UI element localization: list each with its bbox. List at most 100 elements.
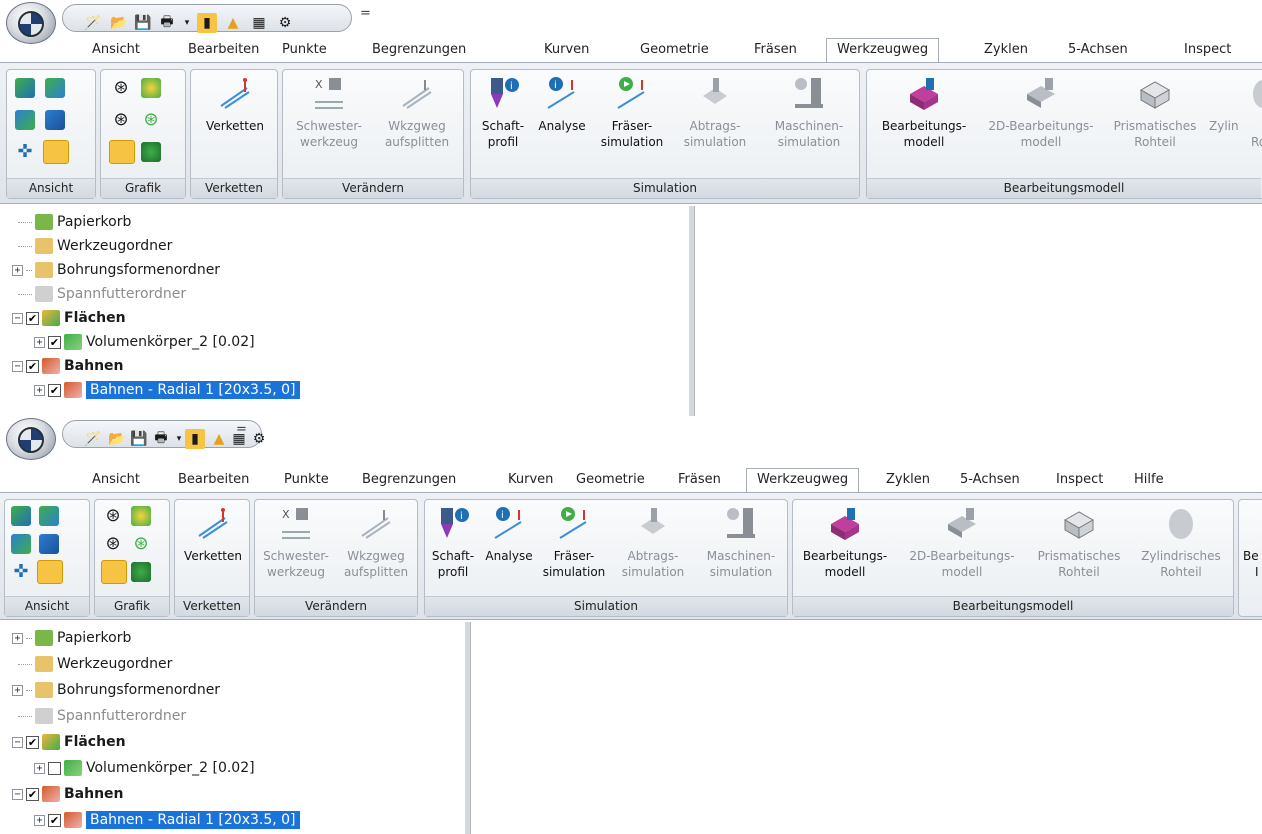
checkbox-volumenkoerper[interactable] [48,761,61,775]
tab-bearbeiten[interactable]: Bearbeiten [178,472,249,487]
wireframe-icon[interactable]: ⊛ [103,506,123,526]
graphics-viewport[interactable] [470,622,1262,834]
checkbox-bahnen[interactable]: ✔ [26,787,39,801]
qat-customize-icon[interactable]: = [236,422,247,437]
schaftprofil-button[interactable]: i Schaft- profil [427,506,479,580]
hidden-line-icon[interactable]: ⊛ [111,110,131,130]
transparent-icon[interactable] [131,562,151,582]
edges-icon[interactable]: ⊛ [131,534,151,554]
tab-ansicht[interactable]: Ansicht [92,42,140,57]
grid-icon[interactable]: ▦ [249,13,269,33]
tool-icon[interactable]: ▮ [197,13,217,33]
wkzgweg-aufsplitten-button[interactable]: Wkzgweg aufsplitten [375,76,459,150]
tab-fraesen[interactable]: Fräsen [678,472,721,487]
tree-item-bahnen[interactable]: − ✔ Bahnen [12,354,124,378]
bearbeitungsmodell-button[interactable]: Bearbeitungs- modell [871,76,977,150]
expand-icon[interactable]: + [34,814,45,826]
fraesersimulation-button[interactable]: Fräser- simulation [595,76,669,150]
analyse-button[interactable]: i Analyse [533,76,591,134]
shaded-icon[interactable] [141,78,161,98]
view-front-icon[interactable] [45,78,65,98]
view-iso-icon[interactable] [39,534,59,554]
tree-item-spannfutterordner[interactable]: Spannfutterordner [18,282,186,306]
zoom-fit-icon[interactable]: ✜ [11,562,31,582]
checkbox-flaechen[interactable]: ✔ [26,311,39,325]
tab-fraesen[interactable]: Fräsen [754,42,797,57]
tree-item-bahnen-radial[interactable]: + ✔ Bahnen - Radial 1 [20x3.5, 0] [34,808,300,832]
tab-inspect[interactable]: Inspect [1184,42,1231,57]
tree-item-flaechen[interactable]: − ✔ Flächen [12,730,126,754]
print-icon[interactable]: 🖶 [157,13,177,33]
save-icon[interactable]: 💾 [133,13,153,33]
expand-icon[interactable]: + [12,632,23,644]
tree-item-papierkorb[interactable]: + Papierkorb [12,626,131,650]
tree-item-werkzeugordner[interactable]: Werkzeugordner [18,234,172,258]
wand-icon[interactable]: 🪄 [83,13,103,33]
save-icon[interactable]: 💾 [129,429,149,449]
collapse-icon[interactable]: − [12,312,23,324]
shaded-icon[interactable] [131,506,151,526]
tab-kurven[interactable]: Kurven [544,42,589,57]
tree-item-spannfutterordner[interactable]: Spannfutterordner [18,704,186,728]
tab-werkzeugweg[interactable]: Werkzeugweg [826,38,940,64]
2d-bearbeitungsmodell-button[interactable]: 2D-Bearbeitungs- modell [983,76,1099,150]
expand-icon[interactable]: + [12,684,23,696]
expand-icon[interactable]: + [34,336,45,348]
tab-inspect[interactable]: Inspect [1056,472,1103,487]
tree-item-bohrungsformenordner[interactable]: + Bohrungsformenordner [12,258,220,282]
view-side-icon[interactable] [15,110,35,130]
verketten-button[interactable]: Verketten [177,506,249,564]
wireframe-icon[interactable]: ⊛ [111,78,131,98]
tab-bearbeiten[interactable]: Bearbeiten [188,42,259,57]
schwesterwerkzeug-button[interactable]: X Schwester- werkzeug [257,506,335,580]
verketten-button[interactable]: Verketten [199,76,271,134]
axis-icon[interactable] [43,140,69,164]
checkbox-bahnen-radial[interactable]: ✔ [48,383,61,397]
axis-icon[interactable] [37,560,63,584]
tab-zyklen[interactable]: Zyklen [984,42,1028,57]
tab-geometrie[interactable]: Geometrie [576,472,645,487]
tree-item-volumenkoerper[interactable]: + Volumenkörper_2 [0.02] [34,756,255,780]
view-top-icon[interactable] [15,78,35,98]
warning-icon[interactable]: ▲ [223,13,243,33]
tab-begrenzungen[interactable]: Begrenzungen [372,42,466,57]
checkbox-bahnen[interactable]: ✔ [26,359,39,373]
transparent-icon[interactable] [141,142,161,162]
hidden-line-icon[interactable]: ⊛ [103,534,123,554]
zoom-fit-icon[interactable]: ✜ [15,142,35,162]
print-dropdown-icon[interactable]: ▾ [177,13,197,33]
tab-punkte[interactable]: Punkte [282,42,327,57]
tab-ansicht[interactable]: Ansicht [92,472,140,487]
application-menu-button[interactable] [6,418,56,460]
checkbox-volumenkoerper[interactable]: ✔ [48,335,61,349]
open-folder-icon[interactable]: 📂 [109,13,129,33]
zylindrisches-rohteil-button[interactable]: Zylindrisches Rohteil [1131,506,1231,580]
checkbox-bahnen-radial[interactable]: ✔ [48,813,61,827]
collapse-icon[interactable]: − [12,360,23,372]
warning-icon[interactable]: ▲ [209,429,229,449]
tab-begrenzungen[interactable]: Begrenzungen [362,472,456,487]
tab-kurven[interactable]: Kurven [508,472,553,487]
expand-icon[interactable]: + [34,384,45,396]
bearbeitungsmodell-button[interactable]: Bearbeitungs- modell [795,506,895,580]
tree-item-flaechen[interactable]: − ✔ Flächen [12,306,126,330]
analyse-button[interactable]: i Analyse [481,506,537,564]
graphics-viewport[interactable] [694,206,1262,416]
maschinensimulation-button[interactable]: Maschinen- simulation [697,506,785,580]
collapse-icon[interactable]: − [12,736,23,748]
settings-icon[interactable]: ⚙ [249,429,269,449]
qat-customize-icon[interactable]: = [360,6,371,21]
edges-icon[interactable]: ⊛ [141,110,161,130]
tool-icon[interactable]: ▮ [185,429,205,449]
view-top-icon[interactable] [11,506,31,526]
shaded-active-icon[interactable] [101,560,127,584]
tree-item-volumenkoerper[interactable]: + ✔ Volumenkörper_2 [0.02] [34,330,255,354]
wand-icon[interactable]: 🪄 [83,429,103,449]
shaded-active-icon[interactable] [109,140,135,164]
schaftprofil-button[interactable]: i Schaft- profil [475,76,531,150]
zylindrisches-rohteil-button[interactable]: Zylin Ro [1209,76,1262,150]
tab-punkte[interactable]: Punkte [284,472,329,487]
view-side-icon[interactable] [11,534,31,554]
prismatisches-rohteil-button[interactable]: Prismatisches Rohteil [1029,506,1129,580]
open-folder-icon[interactable]: 📂 [107,429,127,449]
